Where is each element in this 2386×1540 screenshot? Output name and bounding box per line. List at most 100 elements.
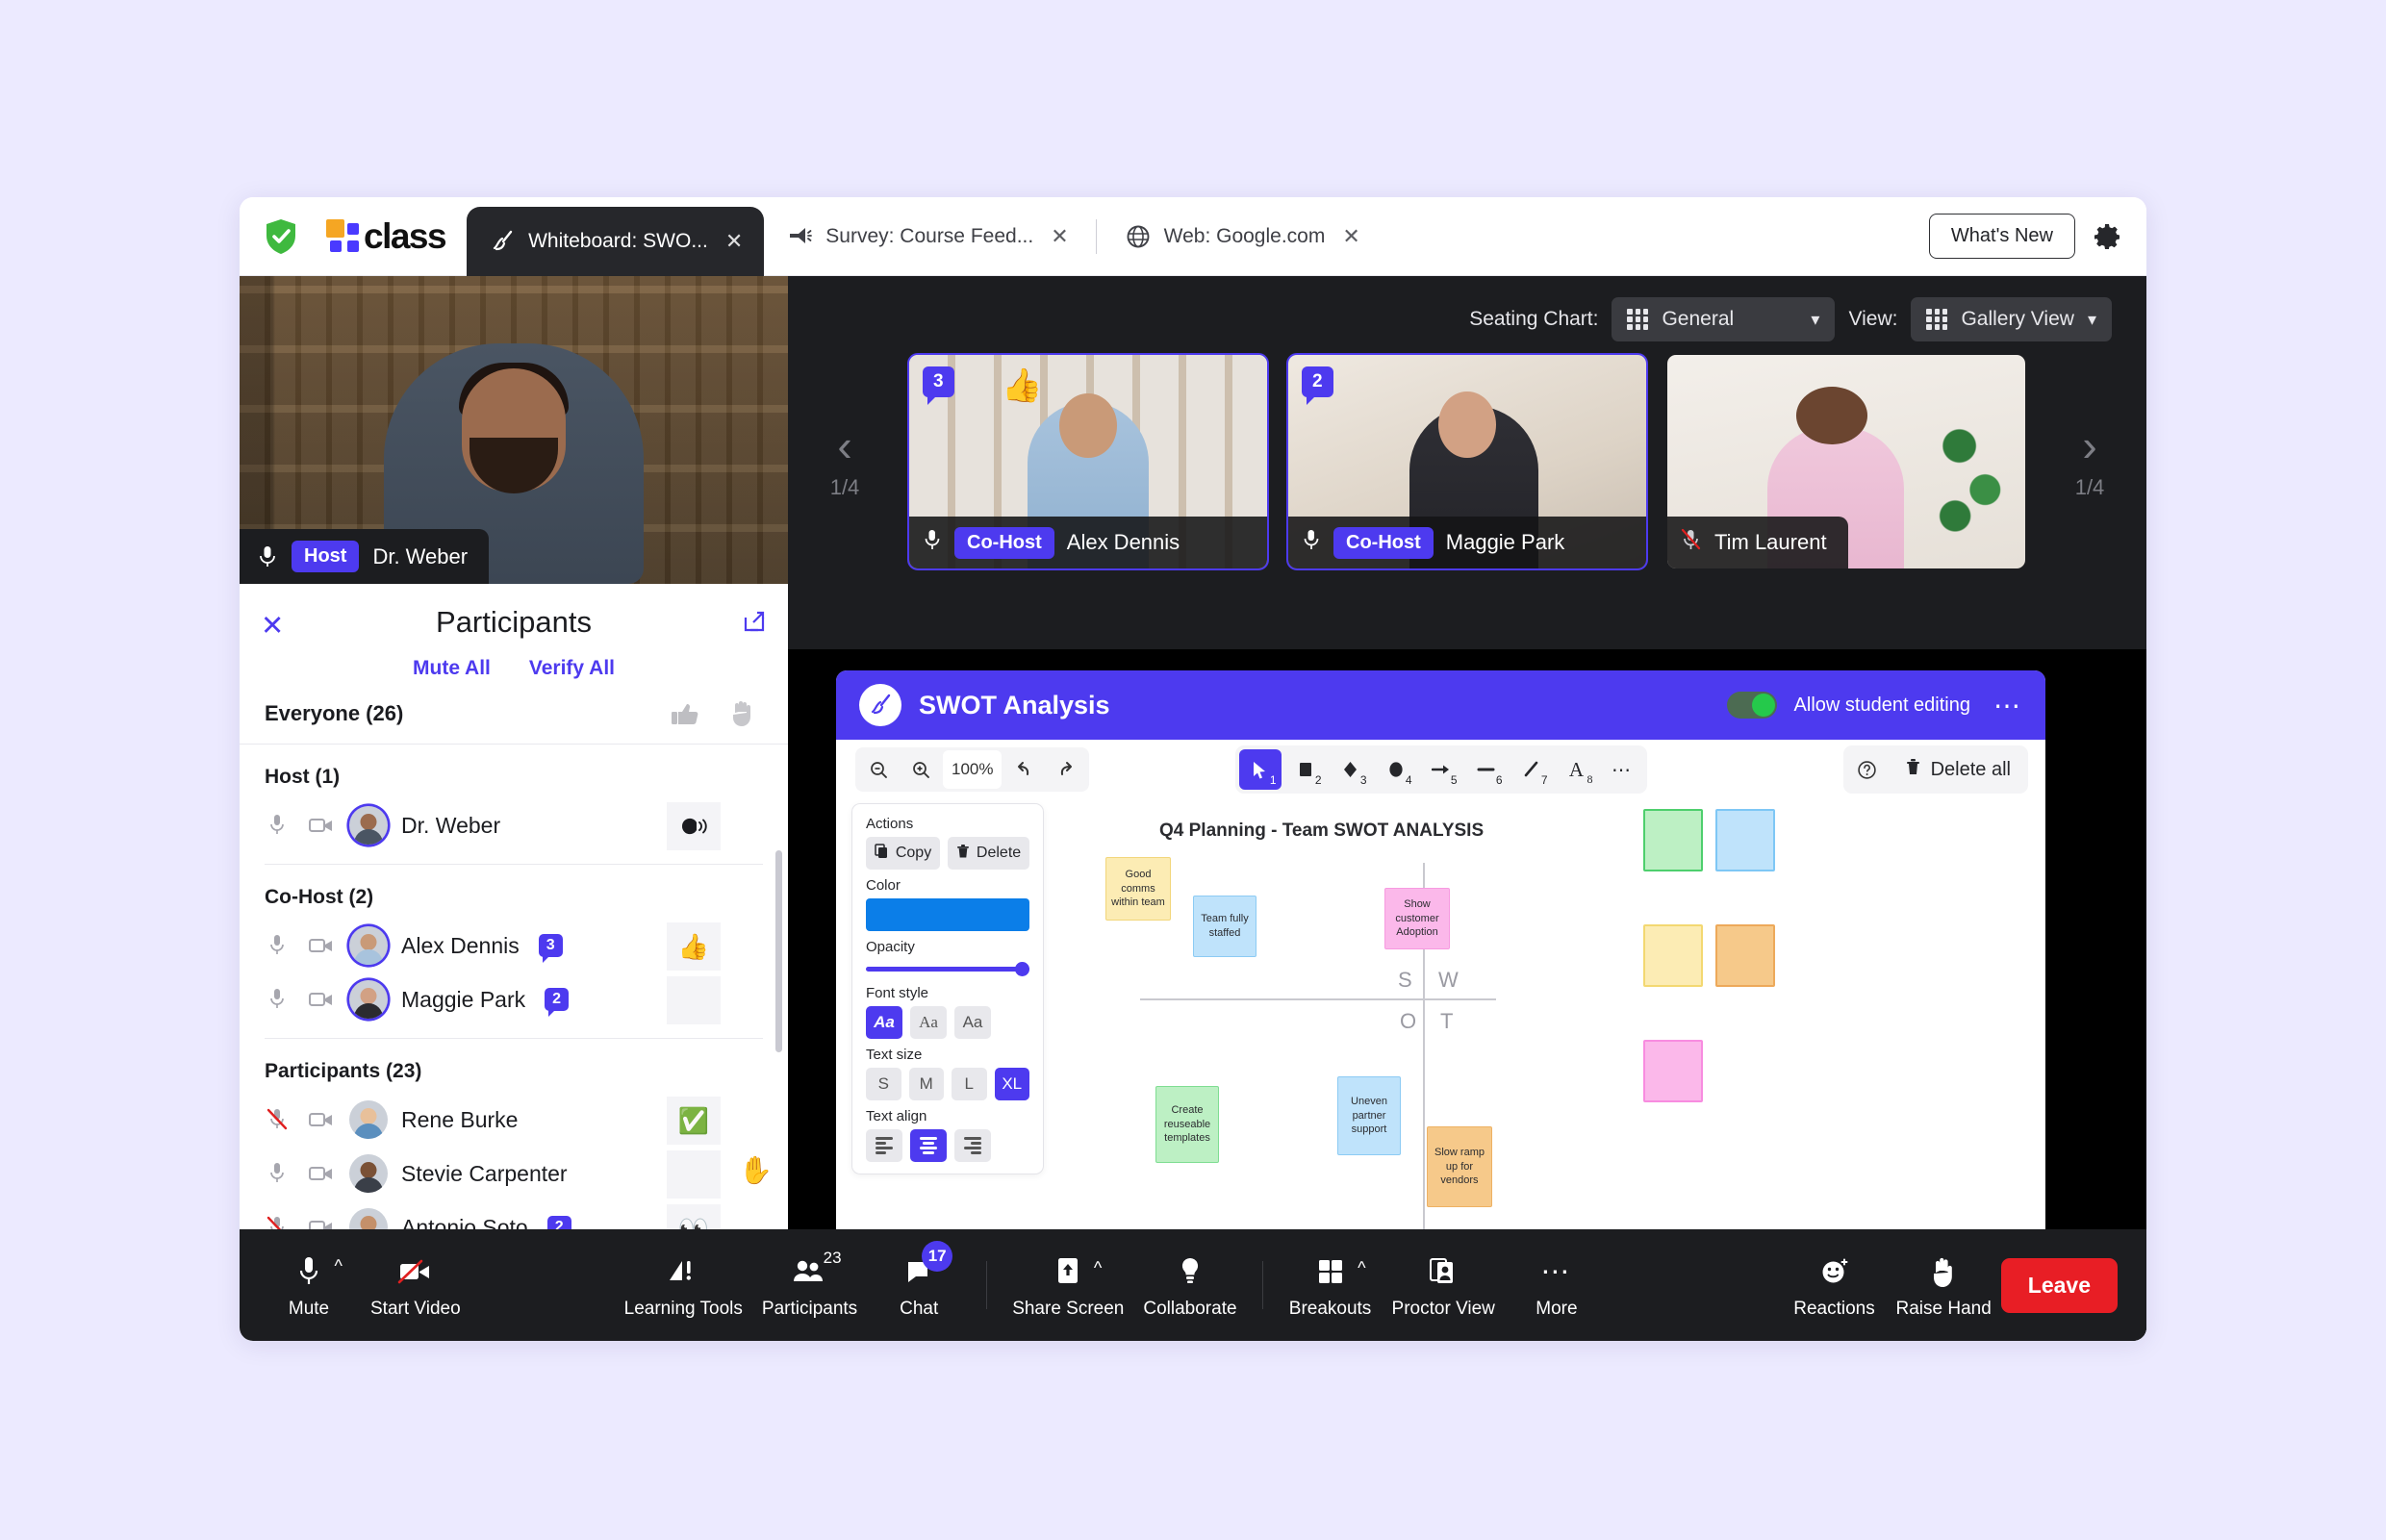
sticky-note[interactable]: Create reuseable templates bbox=[1155, 1086, 1219, 1163]
palette-swatch-blue[interactable] bbox=[1715, 809, 1775, 871]
toolbar-collaborate[interactable]: Collaborate bbox=[1133, 1250, 1246, 1320]
seating-chart-select[interactable]: General ▾ bbox=[1612, 297, 1836, 341]
diamond-icon[interactable]: 3 bbox=[1329, 749, 1372, 790]
text-size-s[interactable]: S bbox=[866, 1068, 901, 1100]
color-swatch[interactable] bbox=[866, 898, 1029, 931]
list-item[interactable]: Dr. Weber bbox=[240, 798, 788, 852]
camera-icon[interactable] bbox=[307, 813, 336, 838]
delete-button[interactable]: Delete bbox=[948, 837, 1030, 870]
microphone-icon[interactable] bbox=[265, 813, 293, 838]
font-style-option-2[interactable]: Aa bbox=[910, 1006, 947, 1039]
toolbar-start-video[interactable]: Start Video bbox=[361, 1250, 470, 1320]
whiteboard-canvas[interactable]: Actions Copy Delete Color Opacity Font s… bbox=[836, 799, 2045, 1276]
cursor-icon[interactable]: 1 bbox=[1238, 749, 1282, 790]
tab-survey[interactable]: Survey: Course Feed... ✕ bbox=[764, 197, 1089, 276]
square-icon[interactable]: 2 bbox=[1283, 749, 1327, 790]
pencil-icon[interactable]: 7 bbox=[1510, 749, 1553, 790]
zoom-out-icon[interactable] bbox=[858, 750, 899, 789]
camera-icon[interactable] bbox=[307, 933, 336, 958]
video-tile-alex-dennis[interactable]: 3 👍 Co-Host Alex Dennis bbox=[907, 353, 1269, 570]
more-dots-icon[interactable]: ⋯ bbox=[1993, 690, 2022, 721]
microphone-icon[interactable] bbox=[265, 933, 293, 958]
close-icon[interactable]: ✕ bbox=[261, 609, 284, 643]
raised-hand-icon[interactable] bbox=[726, 699, 759, 728]
camera-icon[interactable] bbox=[307, 1161, 336, 1186]
gear-icon[interactable] bbox=[2093, 222, 2121, 251]
chevron-up-icon[interactable]: ^ bbox=[335, 1256, 343, 1276]
list-item[interactable]: Maggie Park 2 bbox=[240, 972, 788, 1026]
toolbar-raise-hand[interactable]: Raise Hand bbox=[1887, 1250, 2001, 1320]
palette-swatch-green[interactable] bbox=[1643, 809, 1703, 871]
sticky-note[interactable]: Slow ramp up for vendors bbox=[1427, 1126, 1492, 1207]
gallery-prev-button[interactable]: ‹ 1/4 bbox=[801, 423, 888, 500]
font-style-option-1[interactable]: Aa bbox=[866, 1006, 902, 1039]
camera-icon[interactable] bbox=[307, 987, 336, 1012]
thumbs-up-icon[interactable] bbox=[669, 699, 701, 728]
align-center-icon[interactable] bbox=[910, 1129, 947, 1162]
more-dots-icon[interactable]: ⋯ bbox=[1600, 749, 1643, 790]
microphone-muted-icon[interactable] bbox=[265, 1107, 293, 1132]
whiteboard-board[interactable]: Q4 Planning - Team SWOT ANALYSIS S W O T… bbox=[1063, 799, 2045, 1276]
toolbar-reactions[interactable]: Reactions bbox=[1783, 1250, 1887, 1320]
text-size-l[interactable]: L bbox=[952, 1068, 987, 1100]
tab-web[interactable]: Web: Google.com ✕ bbox=[1103, 197, 1382, 276]
toolbar-participants[interactable]: 23 Participants bbox=[752, 1249, 867, 1320]
toolbar-mute[interactable]: ^ Mute bbox=[257, 1250, 361, 1320]
list-item[interactable]: Alex Dennis 3 👍 bbox=[240, 919, 788, 972]
tab-whiteboard[interactable]: Whiteboard: SWO... ✕ bbox=[467, 206, 765, 276]
toolbar-chat[interactable]: 17 Chat bbox=[867, 1241, 971, 1320]
help-circle-icon[interactable] bbox=[1846, 750, 1888, 789]
whats-new-button[interactable]: What's New bbox=[1928, 214, 2075, 259]
sticky-note[interactable]: Uneven partner support bbox=[1337, 1076, 1401, 1155]
zoom-level-value[interactable]: 100% bbox=[943, 750, 1003, 789]
copy-button[interactable]: Copy bbox=[866, 837, 941, 870]
allow-student-editing-toggle[interactable] bbox=[1726, 692, 1777, 719]
font-style-option-3[interactable]: Aa bbox=[954, 1006, 991, 1039]
text-size-xl[interactable]: XL bbox=[994, 1068, 1029, 1100]
role-pill: Co-Host bbox=[954, 526, 1054, 559]
close-icon[interactable]: ✕ bbox=[1342, 224, 1359, 249]
toolbar-proctor-view[interactable]: Proctor View bbox=[1383, 1250, 1505, 1320]
chevron-up-icon[interactable]: ^ bbox=[1094, 1258, 1102, 1278]
align-left-icon[interactable] bbox=[866, 1129, 902, 1162]
align-right-icon[interactable] bbox=[954, 1129, 991, 1162]
text-size-m[interactable]: M bbox=[908, 1068, 944, 1100]
toolbar-learning-tools[interactable]: Learning Tools bbox=[615, 1250, 752, 1320]
ellipse-icon[interactable]: 4 bbox=[1374, 749, 1417, 790]
microphone-icon[interactable] bbox=[265, 1161, 293, 1186]
undo-icon[interactable] bbox=[1003, 750, 1045, 789]
toolbar-share-screen[interactable]: ^ Share Screen bbox=[1003, 1250, 1133, 1320]
opacity-slider[interactable] bbox=[866, 960, 1029, 977]
list-item[interactable]: Stevie Carpenter ✋ bbox=[240, 1147, 788, 1200]
view-select[interactable]: Gallery View ▾ bbox=[1911, 297, 2112, 341]
verify-all-button[interactable]: Verify All bbox=[529, 657, 615, 680]
zoom-in-icon[interactable] bbox=[901, 750, 941, 789]
toolbar-more[interactable]: ⋯ More bbox=[1505, 1250, 1609, 1320]
redo-icon[interactable] bbox=[1046, 750, 1087, 789]
toolbar-label: Collaborate bbox=[1143, 1299, 1237, 1319]
close-icon[interactable]: ✕ bbox=[1051, 224, 1068, 249]
line-icon[interactable]: 6 bbox=[1464, 749, 1508, 790]
list-item[interactable]: Rene Burke ✅ bbox=[240, 1093, 788, 1147]
leave-button[interactable]: Leave bbox=[2000, 1257, 2118, 1313]
close-icon[interactable]: ✕ bbox=[725, 229, 743, 254]
delete-all-button[interactable]: Delete all bbox=[1891, 749, 2024, 790]
video-tile-maggie-park[interactable]: 2 Co-Host Maggie Park bbox=[1286, 353, 1648, 570]
palette-swatch-pink[interactable] bbox=[1643, 1040, 1703, 1102]
sticky-note[interactable]: Show customer Adoption bbox=[1384, 888, 1450, 949]
gallery-next-button[interactable]: › 1/4 bbox=[2046, 423, 2133, 500]
toolbar-breakouts[interactable]: ^ Breakouts bbox=[1279, 1250, 1383, 1320]
active-speaker-video[interactable]: Host Dr. Weber bbox=[240, 276, 788, 584]
chevron-up-icon[interactable]: ^ bbox=[1358, 1258, 1365, 1278]
popout-icon[interactable] bbox=[742, 609, 767, 634]
palette-swatch-orange[interactable] bbox=[1715, 924, 1775, 987]
camera-icon[interactable] bbox=[307, 1107, 336, 1132]
palette-swatch-yellow[interactable] bbox=[1643, 924, 1703, 987]
mute-all-button[interactable]: Mute All bbox=[413, 657, 491, 680]
video-tile-tim-laurent[interactable]: Tim Laurent bbox=[1667, 355, 2025, 568]
sticky-note[interactable]: Good comms within team bbox=[1105, 857, 1171, 921]
arrow-icon[interactable]: 5 bbox=[1419, 749, 1462, 790]
microphone-icon[interactable] bbox=[265, 987, 293, 1012]
sticky-note[interactable]: Team fully staffed bbox=[1193, 896, 1256, 957]
text-icon[interactable]: A 8 bbox=[1555, 749, 1598, 790]
